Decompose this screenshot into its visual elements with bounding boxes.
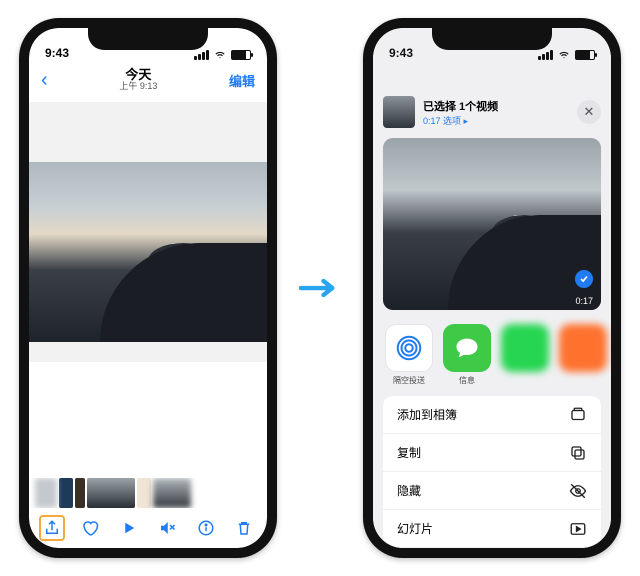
app-label: 隔空投送 <box>385 375 433 386</box>
screen-photos: 9:43 ‹ 今天 上午 9:13 编辑 <box>29 28 267 548</box>
action-slideshow[interactable]: 幻灯片 <box>383 510 601 548</box>
cellular-icon <box>194 50 209 60</box>
notch <box>88 28 208 50</box>
action-label: 隐藏 <box>397 482 421 499</box>
video-duration: 0:17 <box>575 296 593 306</box>
slideshow-icon <box>569 520 587 538</box>
phone-right: 9:43 已选择 1个视频 0:17 选项 ▸ ✕ <box>363 18 621 558</box>
header-options-link[interactable]: 0:17 选项 ▸ <box>423 114 498 127</box>
photo-landscape <box>29 162 267 342</box>
app-blurred[interactable] <box>559 324 607 386</box>
status-time: 9:43 <box>45 46 69 60</box>
share-preview[interactable]: 0:17 <box>383 138 601 310</box>
app-messages[interactable]: 信息 <box>443 324 491 386</box>
header-text: 已选择 1个视频 0:17 选项 ▸ <box>423 98 498 127</box>
thumbnail[interactable] <box>75 478 85 508</box>
favorite-button[interactable] <box>77 515 103 541</box>
airdrop-icon <box>385 324 433 372</box>
notch <box>432 28 552 50</box>
mute-button[interactable] <box>154 515 180 541</box>
cellular-icon <box>538 50 553 60</box>
thumbnail[interactable] <box>153 478 191 508</box>
thumbnail[interactable] <box>137 478 151 508</box>
battery-icon <box>575 50 595 60</box>
app-airdrop[interactable]: 隔空投送 <box>385 324 433 386</box>
heart-icon <box>81 519 99 537</box>
edit-button[interactable]: 编辑 <box>229 71 255 90</box>
speaker-muted-icon <box>158 519 176 537</box>
status-icons <box>538 50 595 60</box>
action-label: 复制 <box>397 444 421 461</box>
share-app-row: 隔空投送 信息 <box>373 314 611 390</box>
share-sheet: 9:43 已选择 1个视频 0:17 选项 ▸ ✕ <box>373 28 611 548</box>
thumbnail[interactable] <box>35 478 57 508</box>
album-icon <box>569 406 587 424</box>
back-button[interactable]: ‹ <box>41 69 48 92</box>
title-sub: 上午 9:13 <box>119 82 157 92</box>
wifi-icon <box>557 50 571 60</box>
close-icon: ✕ <box>584 104 595 120</box>
action-copy[interactable]: 复制 <box>383 434 601 472</box>
filmstrip[interactable] <box>29 478 267 508</box>
phone-left: 9:43 ‹ 今天 上午 9:13 编辑 <box>19 18 277 558</box>
status-time: 9:43 <box>389 46 413 60</box>
app-icon-blurred <box>501 324 549 372</box>
action-label: 添加到相簿 <box>397 406 457 423</box>
header-title: 已选择 1个视频 <box>423 98 498 114</box>
wifi-icon <box>213 50 227 60</box>
thumbnail-current[interactable] <box>87 478 135 508</box>
check-icon <box>579 274 589 284</box>
transition-arrow <box>299 276 341 300</box>
thumbnail[interactable] <box>59 478 73 508</box>
share-icon <box>43 519 61 537</box>
messages-icon <box>443 324 491 372</box>
action-hide[interactable]: 隐藏 <box>383 472 601 510</box>
play-icon <box>120 519 138 537</box>
info-button[interactable] <box>193 515 219 541</box>
copy-icon <box>569 444 587 462</box>
eye-off-icon <box>569 482 587 500</box>
page-title: 今天 上午 9:13 <box>119 68 157 92</box>
action-label: 幻灯片 <box>397 520 433 537</box>
share-actions-list: 添加到相簿 复制 隐藏 幻灯片 隔空播放 <box>383 396 601 548</box>
selected-checkmark[interactable] <box>575 270 593 288</box>
share-sheet-header: 已选择 1个视频 0:17 选项 ▸ ✕ <box>373 90 611 134</box>
app-blurred[interactable] <box>501 324 549 386</box>
info-icon <box>197 519 215 537</box>
battery-icon <box>231 50 251 60</box>
close-button[interactable]: ✕ <box>577 100 601 124</box>
action-add-to-album[interactable]: 添加到相簿 <box>383 396 601 434</box>
screen-share-sheet: 9:43 已选择 1个视频 0:17 选项 ▸ ✕ <box>373 28 611 548</box>
app-label: 信息 <box>443 375 491 386</box>
header-thumbnail <box>383 96 415 128</box>
toolbar <box>29 508 267 548</box>
share-button[interactable] <box>39 515 65 541</box>
play-button[interactable] <box>116 515 142 541</box>
app-icon-blurred <box>559 324 607 372</box>
trash-icon <box>235 519 253 537</box>
delete-button[interactable] <box>231 515 257 541</box>
nav-bar: ‹ 今天 上午 9:13 编辑 <box>29 62 267 98</box>
status-icons <box>194 50 251 60</box>
photo-viewer[interactable] <box>29 102 267 362</box>
